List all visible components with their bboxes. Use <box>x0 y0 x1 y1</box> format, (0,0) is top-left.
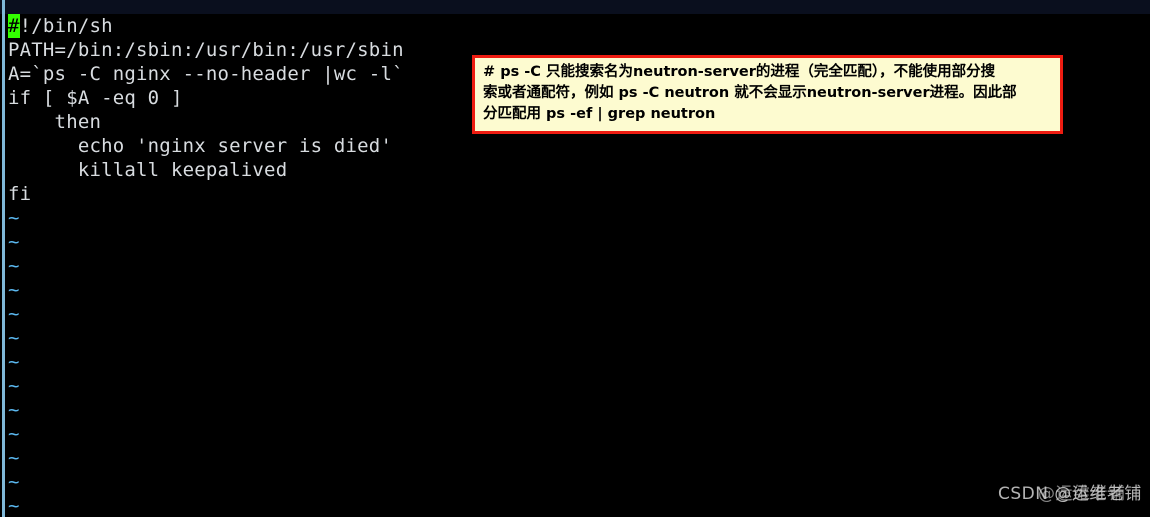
annotation-line-3: 分匹配用 ps -ef | grep neutron <box>483 106 716 122</box>
vim-empty-line-marker: ~ <box>8 207 20 229</box>
annotation-callout: # ps -C 只能搜索名为neutron-server的进程（完全匹配），不能… <box>472 55 1063 134</box>
vim-empty-line-marker: ~ <box>8 423 20 445</box>
terminal-line-5: then <box>8 111 102 133</box>
vim-empty-line-marker: ~ <box>8 471 20 493</box>
terminal-line-6: echo 'nginx server is died' <box>8 135 393 157</box>
vim-empty-line-marker: ~ <box>8 399 20 421</box>
terminal-line-2: PATH=/bin:/sbin:/usr/bin:/usr/sbin <box>8 39 404 61</box>
vim-empty-line-marker: ~ <box>8 375 20 397</box>
terminal-buffer[interactable]: #!/bin/sh PATH=/bin:/sbin:/usr/bin:/usr/… <box>8 14 460 517</box>
watermark-overlay-text: @运维老铺 <box>1038 484 1126 504</box>
vim-empty-line-marker: ~ <box>8 495 20 517</box>
vim-empty-line-marker: ~ <box>8 303 20 325</box>
terminal-left-border <box>2 0 5 517</box>
terminal-line-4: if [ $A -eq 0 ] <box>8 87 183 109</box>
terminal-top-strip <box>0 0 1150 14</box>
terminal-line-1: #!/bin/sh <box>8 14 460 38</box>
annotation-line-1: # ps -C 只能搜索名为neutron-server的进程（完全匹配），不能… <box>483 64 996 80</box>
annotation-line-2: 索或者通配符，例如 ps -C neutron 就不会显示neutron-ser… <box>483 85 1017 101</box>
vim-empty-line-marker: ~ <box>8 447 20 469</box>
vim-empty-line-marker: ~ <box>8 279 20 301</box>
terminal-line-8: fi <box>8 183 32 205</box>
vim-empty-line-marker: ~ <box>8 255 20 277</box>
terminal-line-7: killall keepalived <box>8 159 288 181</box>
vim-empty-line-marker: ~ <box>8 351 20 373</box>
terminal-line-3: A=`ps -C nginx --no-header |wc -l` <box>8 63 404 85</box>
vim-empty-line-marker: ~ <box>8 327 20 349</box>
cursor-block: # <box>8 14 20 38</box>
vim-empty-line-marker: ~ <box>8 231 20 253</box>
screenshot-canvas: #!/bin/sh PATH=/bin:/sbin:/usr/bin:/usr/… <box>0 0 1150 517</box>
terminal-line-1-text: !/bin/sh <box>19 15 113 37</box>
csdn-watermark: CSDN @运维老铺 @运维老铺 <box>998 481 1148 507</box>
